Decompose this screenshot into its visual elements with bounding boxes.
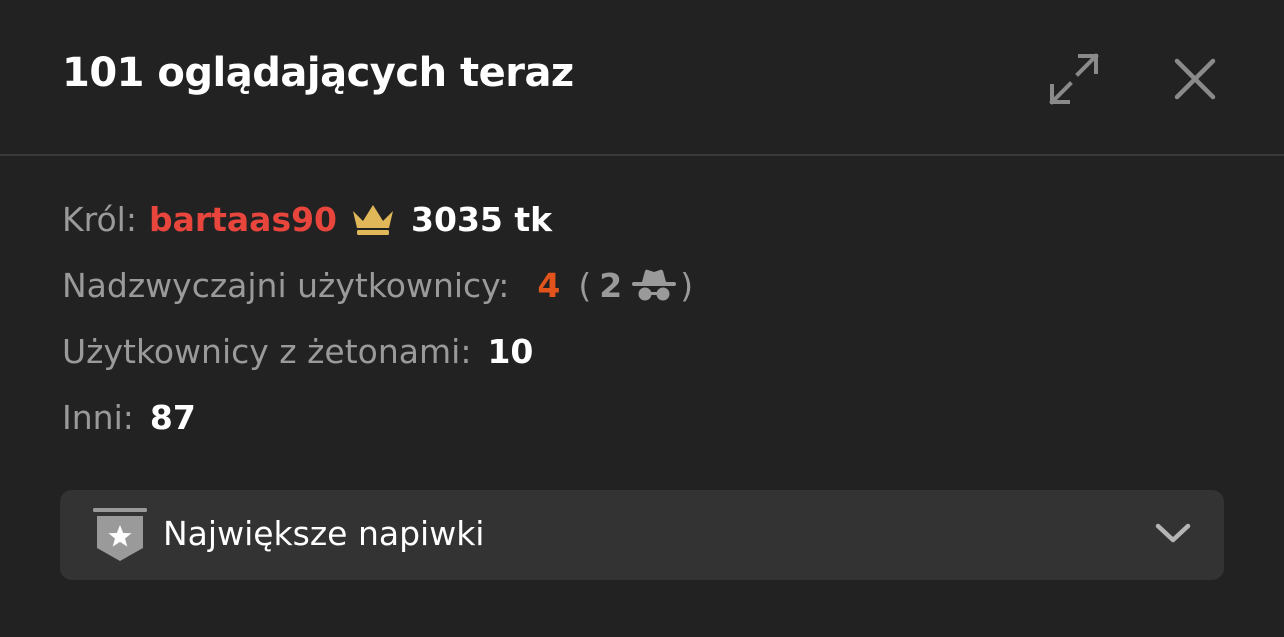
- anonymous-count: 2: [599, 265, 623, 305]
- special-users-count: 4: [537, 265, 561, 305]
- king-username[interactable]: bartaas90: [149, 200, 337, 239]
- chevron-down-icon: [1154, 520, 1192, 550]
- king-tokens: 3035 tk: [411, 199, 553, 239]
- panel-title: 101 oglądających teraz: [62, 50, 574, 96]
- viewers-panel: 101 oglądających teraz Król: bartaas90 3…: [0, 0, 1284, 637]
- expand-icon: [1049, 53, 1099, 105]
- paren-open: (: [578, 265, 592, 305]
- others-label: Inni:: [62, 397, 134, 437]
- incognito-icon: [630, 268, 678, 302]
- top-tippers-dropdown[interactable]: Największe napiwki: [60, 490, 1224, 580]
- token-users-label: Użytkownicy z żetonami:: [62, 331, 472, 371]
- special-users-row: Nadzwyczajni użytkownicy: 4 ( 2 ): [62, 260, 693, 310]
- star-badge-icon: [92, 508, 148, 568]
- panel-header: 101 oglądających teraz: [0, 0, 1284, 156]
- paren-close: ): [680, 265, 694, 305]
- close-icon: [1174, 58, 1216, 100]
- others-count: 87: [149, 397, 196, 437]
- close-button[interactable]: [1166, 50, 1224, 108]
- special-users-label: Nadzwyczajni użytkownicy:: [62, 265, 510, 305]
- dropdown-label: Największe napiwki: [163, 514, 485, 553]
- token-users-row: Użytkownicy z żetonami: 10: [62, 326, 533, 376]
- king-label: Król:: [62, 199, 137, 239]
- expand-button[interactable]: [1040, 46, 1108, 112]
- others-row: Inni: 87: [62, 392, 196, 442]
- crown-icon: [349, 202, 397, 236]
- token-users-count: 10: [487, 331, 534, 371]
- king-row: Król: bartaas90 3035 tk: [62, 194, 552, 244]
